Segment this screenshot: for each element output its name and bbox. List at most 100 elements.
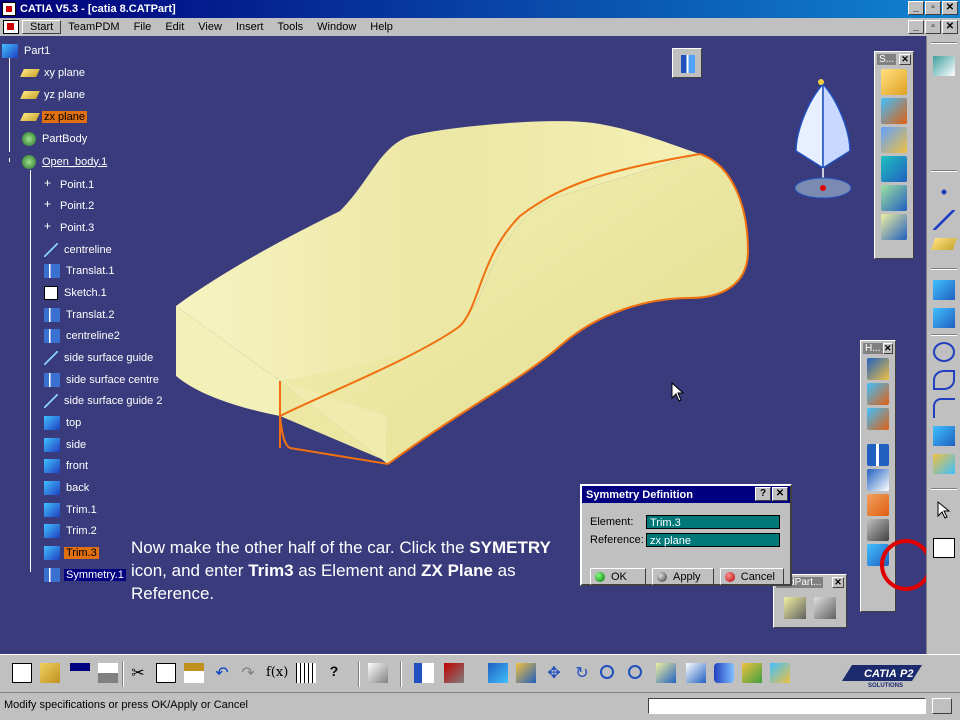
menu-teampdm[interactable]: TeamPDM xyxy=(61,21,126,33)
tree-item-partbody[interactable]: PartBody xyxy=(22,130,89,147)
sketcher-icon[interactable] xyxy=(933,56,955,76)
tree-item-trim-3[interactable]: Trim.3 xyxy=(44,544,99,561)
tree-item-translat-2[interactable]: Translat.2 xyxy=(44,306,117,323)
tree-item-back[interactable]: back xyxy=(44,479,91,496)
zoom-out-icon[interactable] xyxy=(628,665,642,679)
swap-visible-icon[interactable] xyxy=(770,663,790,683)
scaling-icon[interactable] xyxy=(867,519,889,541)
extrude-icon[interactable] xyxy=(881,69,907,95)
menu-view[interactable]: View xyxy=(191,21,229,33)
revolve-icon[interactable] xyxy=(881,98,907,124)
tree-item-open-body[interactable]: Open_body.1 xyxy=(22,153,109,170)
toolbar-close-icon[interactable]: ✕ xyxy=(882,342,893,354)
intersection-icon[interactable] xyxy=(933,308,955,328)
bond-part-2-icon[interactable] xyxy=(814,597,836,619)
connect-curve-icon[interactable] xyxy=(933,426,955,446)
translate-tool-icon[interactable] xyxy=(867,444,889,466)
spline-tool-icon[interactable] xyxy=(933,370,955,390)
view-select-icon[interactable] xyxy=(686,663,706,683)
maximize-button[interactable]: ▫ xyxy=(925,1,941,15)
whats-this-icon[interactable]: ? xyxy=(324,663,344,683)
compass-icon[interactable] xyxy=(788,76,858,206)
menu-window[interactable]: Window xyxy=(310,21,363,33)
tree-item-centreline2[interactable]: centreline2 xyxy=(44,327,122,344)
zoom-in-icon[interactable] xyxy=(600,665,614,679)
hide-show-icon[interactable] xyxy=(742,663,762,683)
tree-item-zx-plane[interactable]: zx plane xyxy=(20,108,87,125)
tree-item-top[interactable]: top xyxy=(44,414,83,431)
split-icon[interactable] xyxy=(867,383,889,405)
rotate-view-icon[interactable]: ↻ xyxy=(572,663,592,683)
dialog-help-button[interactable]: ? xyxy=(755,487,771,501)
measure-icon[interactable] xyxy=(444,663,464,683)
view-toggle-icon[interactable] xyxy=(672,48,702,78)
element-field[interactable]: Trim.3 xyxy=(646,515,780,529)
menu-help[interactable]: Help xyxy=(363,21,400,33)
normal-view-icon[interactable] xyxy=(656,663,676,683)
minimize-button[interactable]: _ xyxy=(908,1,924,15)
tree-item-point-1[interactable]: Point.1 xyxy=(44,176,96,193)
tree-item-point-3[interactable]: Point.3 xyxy=(44,219,96,236)
doc-minimize-button[interactable]: _ xyxy=(908,20,924,34)
tree-item-trim-2[interactable]: Trim.2 xyxy=(44,522,99,539)
tree-item-sketch-1[interactable]: Sketch.1 xyxy=(44,284,109,301)
sweep-icon[interactable] xyxy=(881,185,907,211)
tree-item-yz-plane[interactable]: yz plane xyxy=(20,86,87,103)
tree-item-symmetry-1[interactable]: Symmetry.1 xyxy=(44,566,126,583)
corner-tool-icon[interactable] xyxy=(933,398,955,418)
ok-button[interactable]: OK xyxy=(590,568,646,585)
toolbar-close-icon[interactable]: ✕ xyxy=(899,53,911,65)
tree-item-side-surface-centre[interactable]: side surface centre xyxy=(44,371,161,388)
print-icon[interactable] xyxy=(98,663,118,683)
undo-icon[interactable]: ↶ xyxy=(212,663,232,683)
tree-item-side-surface-guide-2[interactable]: side surface guide 2 xyxy=(44,392,164,409)
close-button[interactable]: ✕ xyxy=(942,1,958,15)
fit-all-icon[interactable] xyxy=(516,663,536,683)
loft-icon[interactable] xyxy=(881,214,907,240)
join-icon[interactable] xyxy=(867,358,889,380)
copy-icon[interactable] xyxy=(156,663,176,683)
sketch-tool-icon[interactable] xyxy=(933,538,955,558)
fly-mode-icon[interactable] xyxy=(488,663,508,683)
reference-field[interactable]: zx plane xyxy=(646,533,780,547)
sphere-surface-icon[interactable] xyxy=(881,127,907,153)
menu-start[interactable]: Start xyxy=(22,20,62,34)
tree-item-translat-1[interactable]: Translat.1 xyxy=(44,262,117,279)
paste-icon[interactable] xyxy=(184,663,204,683)
helix-icon[interactable] xyxy=(933,454,955,474)
catia-app-icon[interactable] xyxy=(2,2,16,16)
catalog-icon[interactable] xyxy=(414,663,434,683)
trim-tool-icon[interactable] xyxy=(867,408,889,430)
open-file-icon[interactable] xyxy=(40,663,60,683)
doc-close-button[interactable]: ✕ xyxy=(942,20,958,34)
redo-icon[interactable]: ↷ xyxy=(238,663,258,683)
save-icon[interactable] xyxy=(70,663,90,683)
new-file-icon[interactable] xyxy=(12,663,32,683)
symmetry-tool-icon[interactable] xyxy=(867,494,889,516)
projection-icon[interactable] xyxy=(933,280,955,300)
circle-tool-icon[interactable] xyxy=(933,342,955,362)
cut-icon[interactable]: ✂ xyxy=(128,663,148,683)
table-icon[interactable] xyxy=(296,663,316,683)
menu-file[interactable]: File xyxy=(127,21,159,33)
document-icon[interactable] xyxy=(3,20,19,34)
tree-item-xy-plane[interactable]: xy plane xyxy=(20,64,87,81)
select-arrow-icon[interactable] xyxy=(933,500,955,520)
tree-item-centreline[interactable]: centreline xyxy=(44,241,114,258)
tree-item-front[interactable]: front xyxy=(44,457,90,474)
dialog-close-button[interactable]: ✕ xyxy=(772,487,788,501)
menu-insert[interactable]: Insert xyxy=(229,21,271,33)
tree-item-side[interactable]: side xyxy=(44,436,88,453)
render-style-icon[interactable] xyxy=(714,663,734,683)
toolbar-close-icon[interactable]: ✕ xyxy=(832,576,844,588)
tree-item-trim-1[interactable]: Trim.1 xyxy=(44,501,99,518)
power-input-button[interactable] xyxy=(932,698,952,714)
apply-button[interactable]: Apply xyxy=(652,568,714,585)
tree-root[interactable]: Part1 xyxy=(2,42,52,59)
command-input[interactable] xyxy=(648,698,926,714)
menu-tools[interactable]: Tools xyxy=(270,21,310,33)
formula-icon[interactable]: f(x) xyxy=(266,663,288,683)
cancel-button[interactable]: Cancel xyxy=(720,568,784,585)
plane-tool-icon[interactable] xyxy=(930,238,958,250)
tree-item-side-surface-guide[interactable]: side surface guide xyxy=(44,349,155,366)
